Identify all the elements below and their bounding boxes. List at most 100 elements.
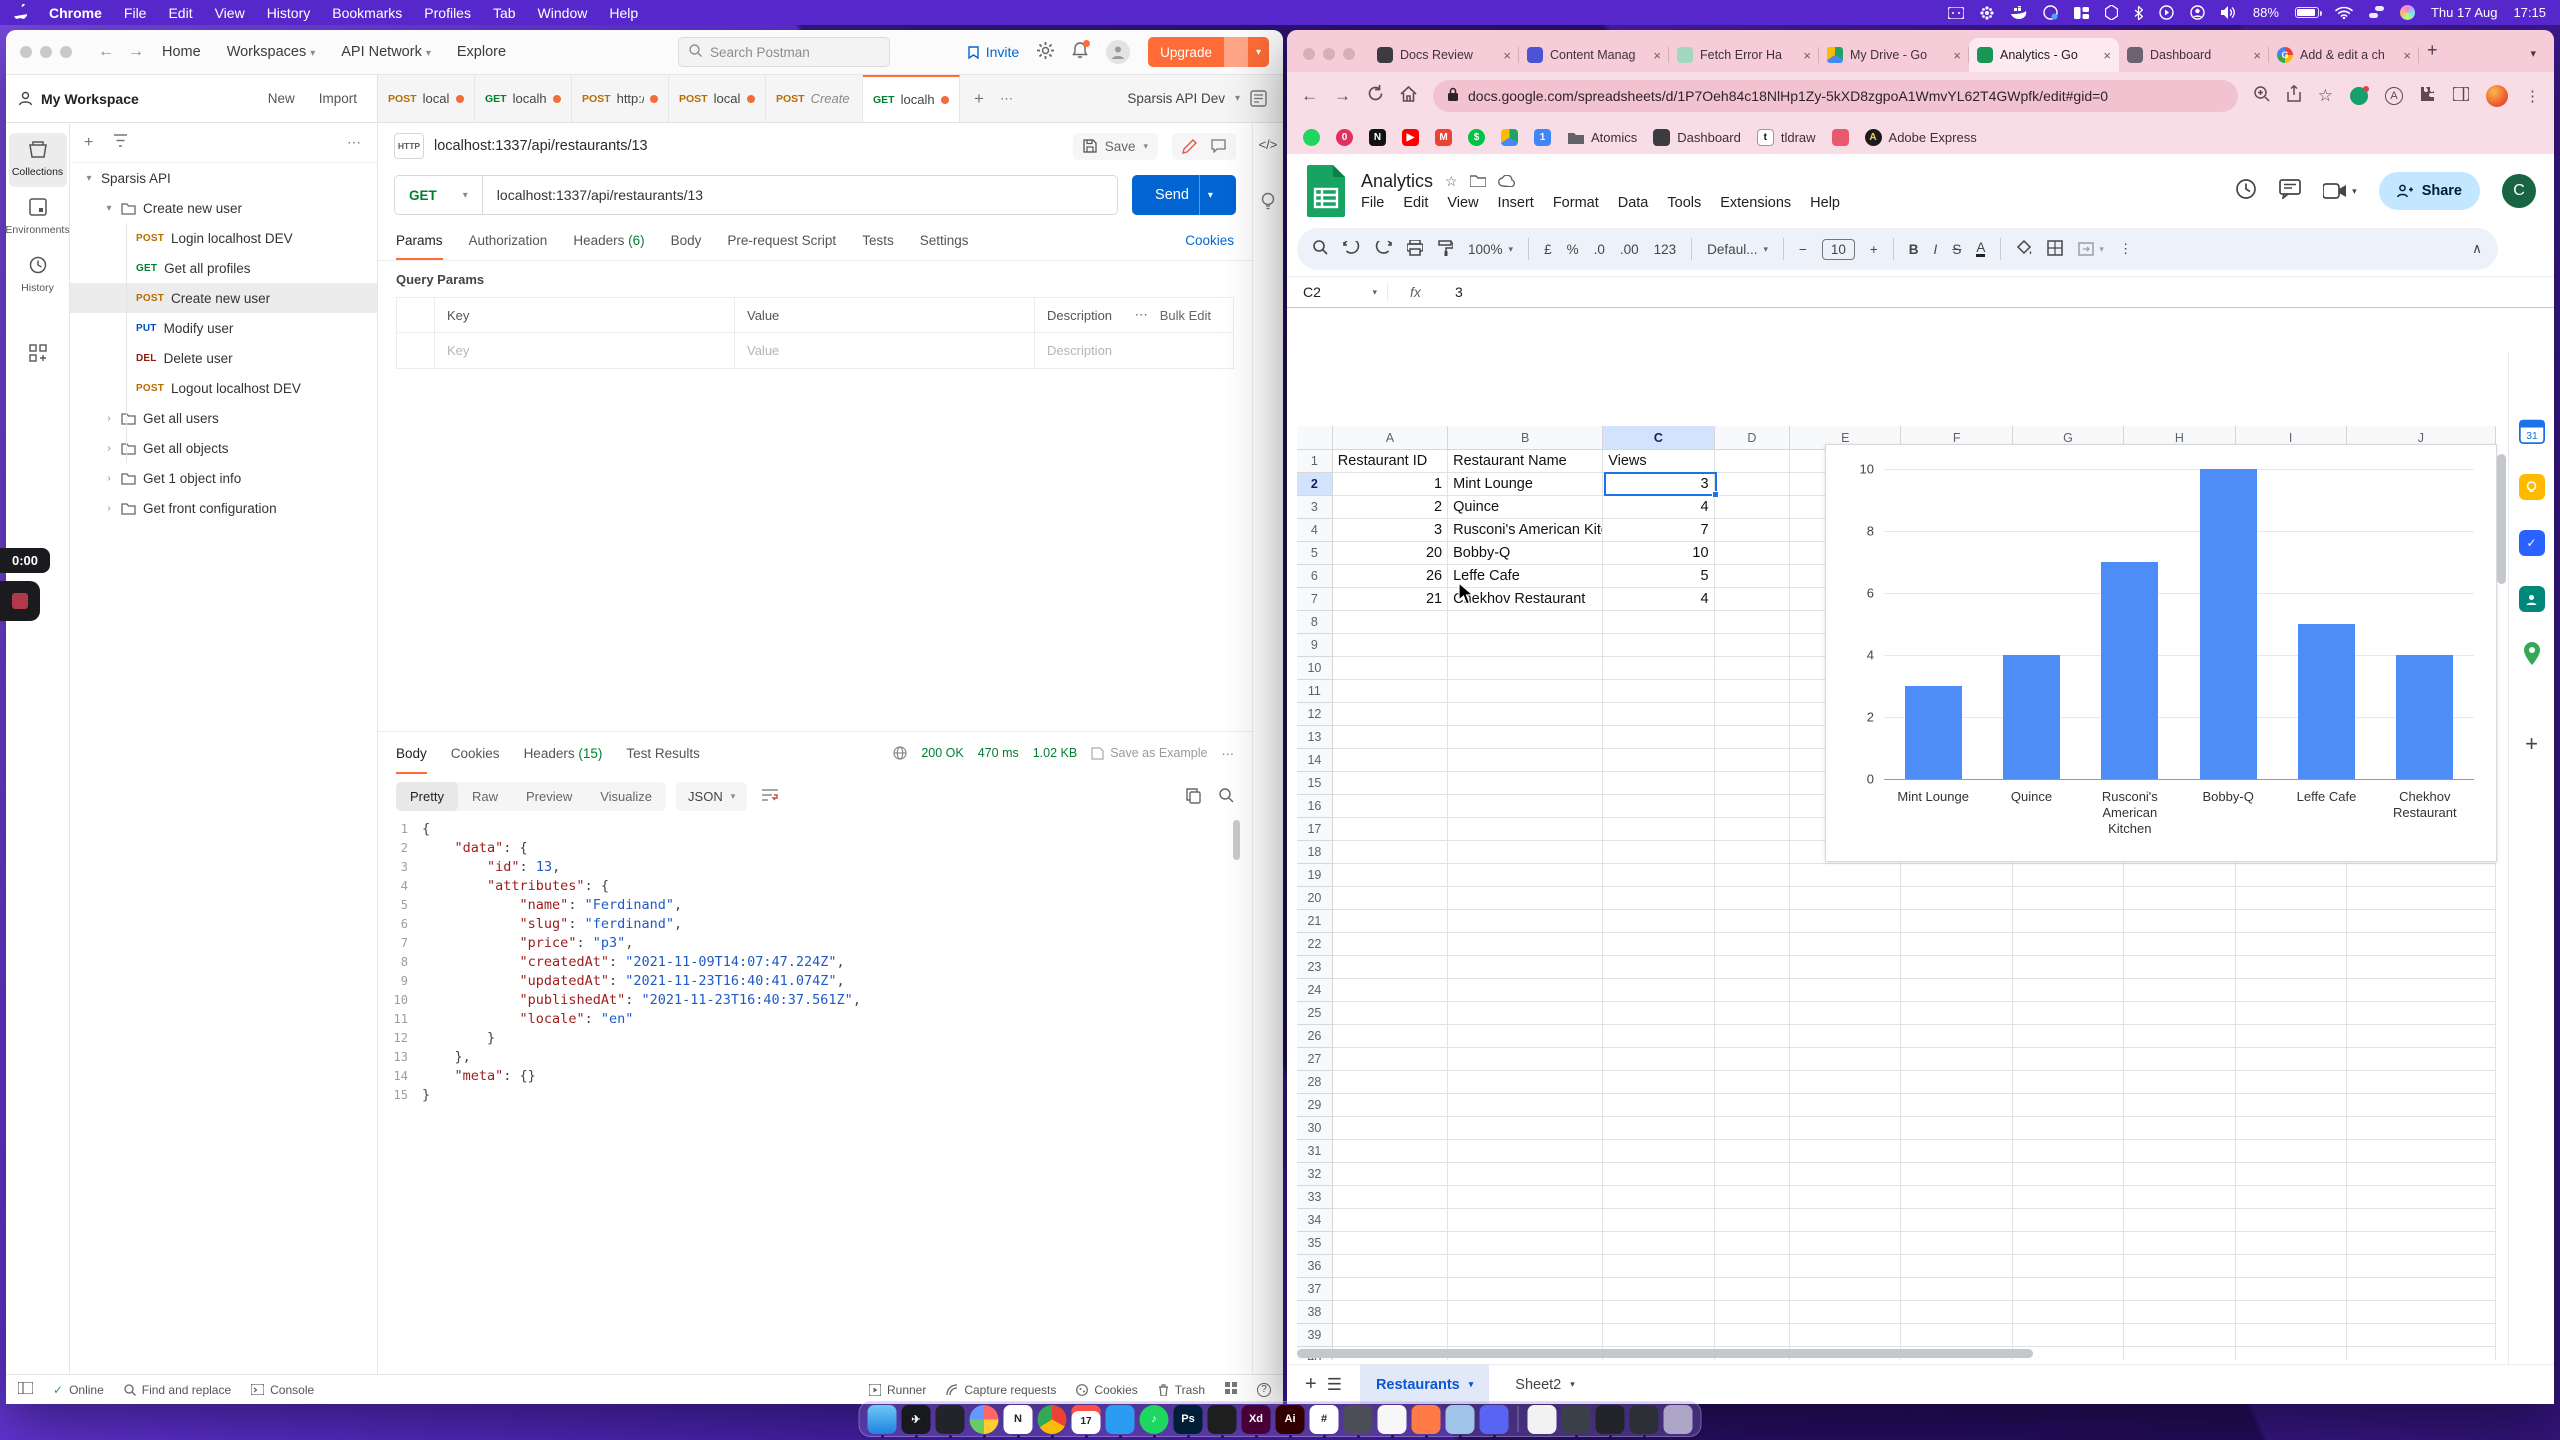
cell-G30[interactable]	[2013, 1117, 2124, 1140]
decrease-decimals-button[interactable]: .0	[1594, 242, 1605, 257]
apple-icon[interactable]	[14, 4, 27, 22]
forward-arrow-icon[interactable]: →	[128, 43, 144, 61]
cell-D31[interactable]	[1715, 1140, 1791, 1163]
shortcut-icon[interactable]	[2105, 5, 2118, 20]
cell-A30[interactable]	[1333, 1117, 1448, 1140]
toolbar-more-icon[interactable]: ⋮	[2119, 241, 2133, 257]
cell-J29[interactable]	[2347, 1094, 2496, 1117]
cell-I34[interactable]	[2236, 1209, 2347, 1232]
request-tab-settings[interactable]: Settings	[920, 233, 969, 248]
rail-item-environments[interactable]: Environments	[9, 191, 67, 245]
close-tab-icon[interactable]: ×	[1503, 48, 1511, 63]
cell-C23[interactable]	[1603, 956, 1714, 979]
sheet-tab-restaurants[interactable]: Restaurants▾	[1360, 1365, 1489, 1405]
cell-E23[interactable]	[1790, 956, 1901, 979]
cell-B13[interactable]	[1448, 726, 1603, 749]
cell-C35[interactable]	[1603, 1232, 1714, 1255]
cell-C6[interactable]: 5	[1603, 565, 1714, 588]
cell-J21[interactable]	[2347, 910, 2496, 933]
cell-H19[interactable]	[2124, 864, 2235, 887]
formula-input[interactable]: 3	[1443, 284, 1463, 300]
request-tab-params[interactable]: Params	[396, 233, 443, 248]
cell-B19[interactable]	[1448, 864, 1603, 887]
contacts-icon[interactable]	[2519, 586, 2545, 612]
cell-J34[interactable]	[2347, 1209, 2496, 1232]
cell-F26[interactable]	[1901, 1025, 2012, 1048]
cell-C27[interactable]	[1603, 1048, 1714, 1071]
cell-I24[interactable]	[2236, 979, 2347, 1002]
method-select[interactable]: GET▾	[394, 175, 482, 215]
cell-G32[interactable]	[2013, 1163, 2124, 1186]
row-header-35[interactable]: 35	[1297, 1232, 1333, 1255]
cell-B8[interactable]	[1448, 611, 1603, 634]
code-snippet-icon[interactable]: </>	[1259, 137, 1278, 152]
cell-A10[interactable]	[1333, 657, 1448, 680]
view-preview[interactable]: Preview	[512, 782, 586, 811]
row-header-16[interactable]: 16	[1297, 795, 1333, 818]
close-tab-icon[interactable]: ×	[2253, 48, 2261, 63]
url-input[interactable]: localhost:1337/api/restaurants/13	[482, 175, 1118, 215]
cell-J28[interactable]	[2347, 1071, 2496, 1094]
close-tab-icon[interactable]: ×	[2103, 48, 2111, 63]
cell-D9[interactable]	[1715, 634, 1791, 657]
cell-G19[interactable]	[2013, 864, 2124, 887]
folder-get-front-configuration[interactable]: ›Get front configuration	[70, 493, 377, 523]
cloud-status-icon[interactable]	[1498, 174, 1516, 190]
bookmark-dashboard[interactable]: Dashboard	[1653, 129, 1741, 146]
bold-button[interactable]: B	[1909, 242, 1919, 257]
cell-D18[interactable]	[1715, 841, 1791, 864]
online-status[interactable]: ✓Online	[53, 1383, 104, 1397]
request-tab-authorization[interactable]: Authorization	[469, 233, 548, 248]
cell-A29[interactable]	[1333, 1094, 1448, 1117]
rail-item-collections[interactable]: Collections	[9, 133, 67, 187]
cell-C29[interactable]	[1603, 1094, 1714, 1117]
profile-avatar[interactable]	[2486, 85, 2508, 107]
cell-B26[interactable]	[1448, 1025, 1603, 1048]
bar-leffe-cafe[interactable]	[2298, 624, 2355, 779]
network-globe-icon[interactable]	[893, 746, 907, 760]
menubar-item-file[interactable]: File	[124, 5, 147, 21]
cell-G25[interactable]	[2013, 1002, 2124, 1025]
cell-D15[interactable]	[1715, 772, 1791, 795]
zoom-select[interactable]: 100%▾	[1468, 242, 1513, 257]
cell-A35[interactable]	[1333, 1232, 1448, 1255]
bar-mint-lounge[interactable]	[1905, 686, 1962, 779]
format-percent-button[interactable]: %	[1567, 242, 1579, 257]
request-tab-body[interactable]: Body	[671, 233, 702, 248]
cell-B21[interactable]	[1448, 910, 1603, 933]
cell-D27[interactable]	[1715, 1048, 1791, 1071]
cell-A17[interactable]	[1333, 818, 1448, 841]
cell-D34[interactable]	[1715, 1209, 1791, 1232]
dock-trash-icon[interactable]	[1664, 1405, 1693, 1434]
horizontal-scrollbar[interactable]	[1297, 1349, 2484, 1358]
column-header-C[interactable]: C	[1603, 426, 1714, 450]
response-tab-cookies[interactable]: Cookies	[451, 746, 500, 761]
cell-J25[interactable]	[2347, 1002, 2496, 1025]
cell-H24[interactable]	[2124, 979, 2235, 1002]
cell-J35[interactable]	[2347, 1232, 2496, 1255]
request-modify-user[interactable]: PUTModify user	[70, 313, 377, 343]
paint-format-icon[interactable]	[1438, 240, 1453, 259]
cell-B33[interactable]	[1448, 1186, 1603, 1209]
cell-B18[interactable]	[1448, 841, 1603, 864]
stop-recording-button[interactable]	[0, 581, 40, 621]
cell-I23[interactable]	[2236, 956, 2347, 979]
cell-B3[interactable]: Quince	[1448, 496, 1603, 519]
row-header-25[interactable]: 25	[1297, 1002, 1333, 1025]
cell-D1[interactable]	[1715, 450, 1791, 473]
menubar-date[interactable]: Thu 17 Aug	[2431, 5, 2498, 20]
tab-options-icon[interactable]: ⋯	[1000, 91, 1013, 107]
nav-workspaces[interactable]: Workspaces▾	[227, 44, 316, 60]
cell-E33[interactable]	[1790, 1186, 1901, 1209]
row-header-30[interactable]: 30	[1297, 1117, 1333, 1140]
cell-D12[interactable]	[1715, 703, 1791, 726]
edit-pencil-icon[interactable]	[1182, 139, 1197, 154]
browser-tab-6[interactable]: Dashboard×	[2119, 38, 2269, 72]
cell-C24[interactable]	[1603, 979, 1714, 1002]
cell-H33[interactable]	[2124, 1186, 2235, 1209]
cell-E24[interactable]	[1790, 979, 1901, 1002]
cell-C19[interactable]	[1603, 864, 1714, 887]
row-header-3[interactable]: 3	[1297, 496, 1333, 519]
cell-C15[interactable]	[1603, 772, 1714, 795]
increase-font-button[interactable]: +	[1870, 242, 1878, 257]
